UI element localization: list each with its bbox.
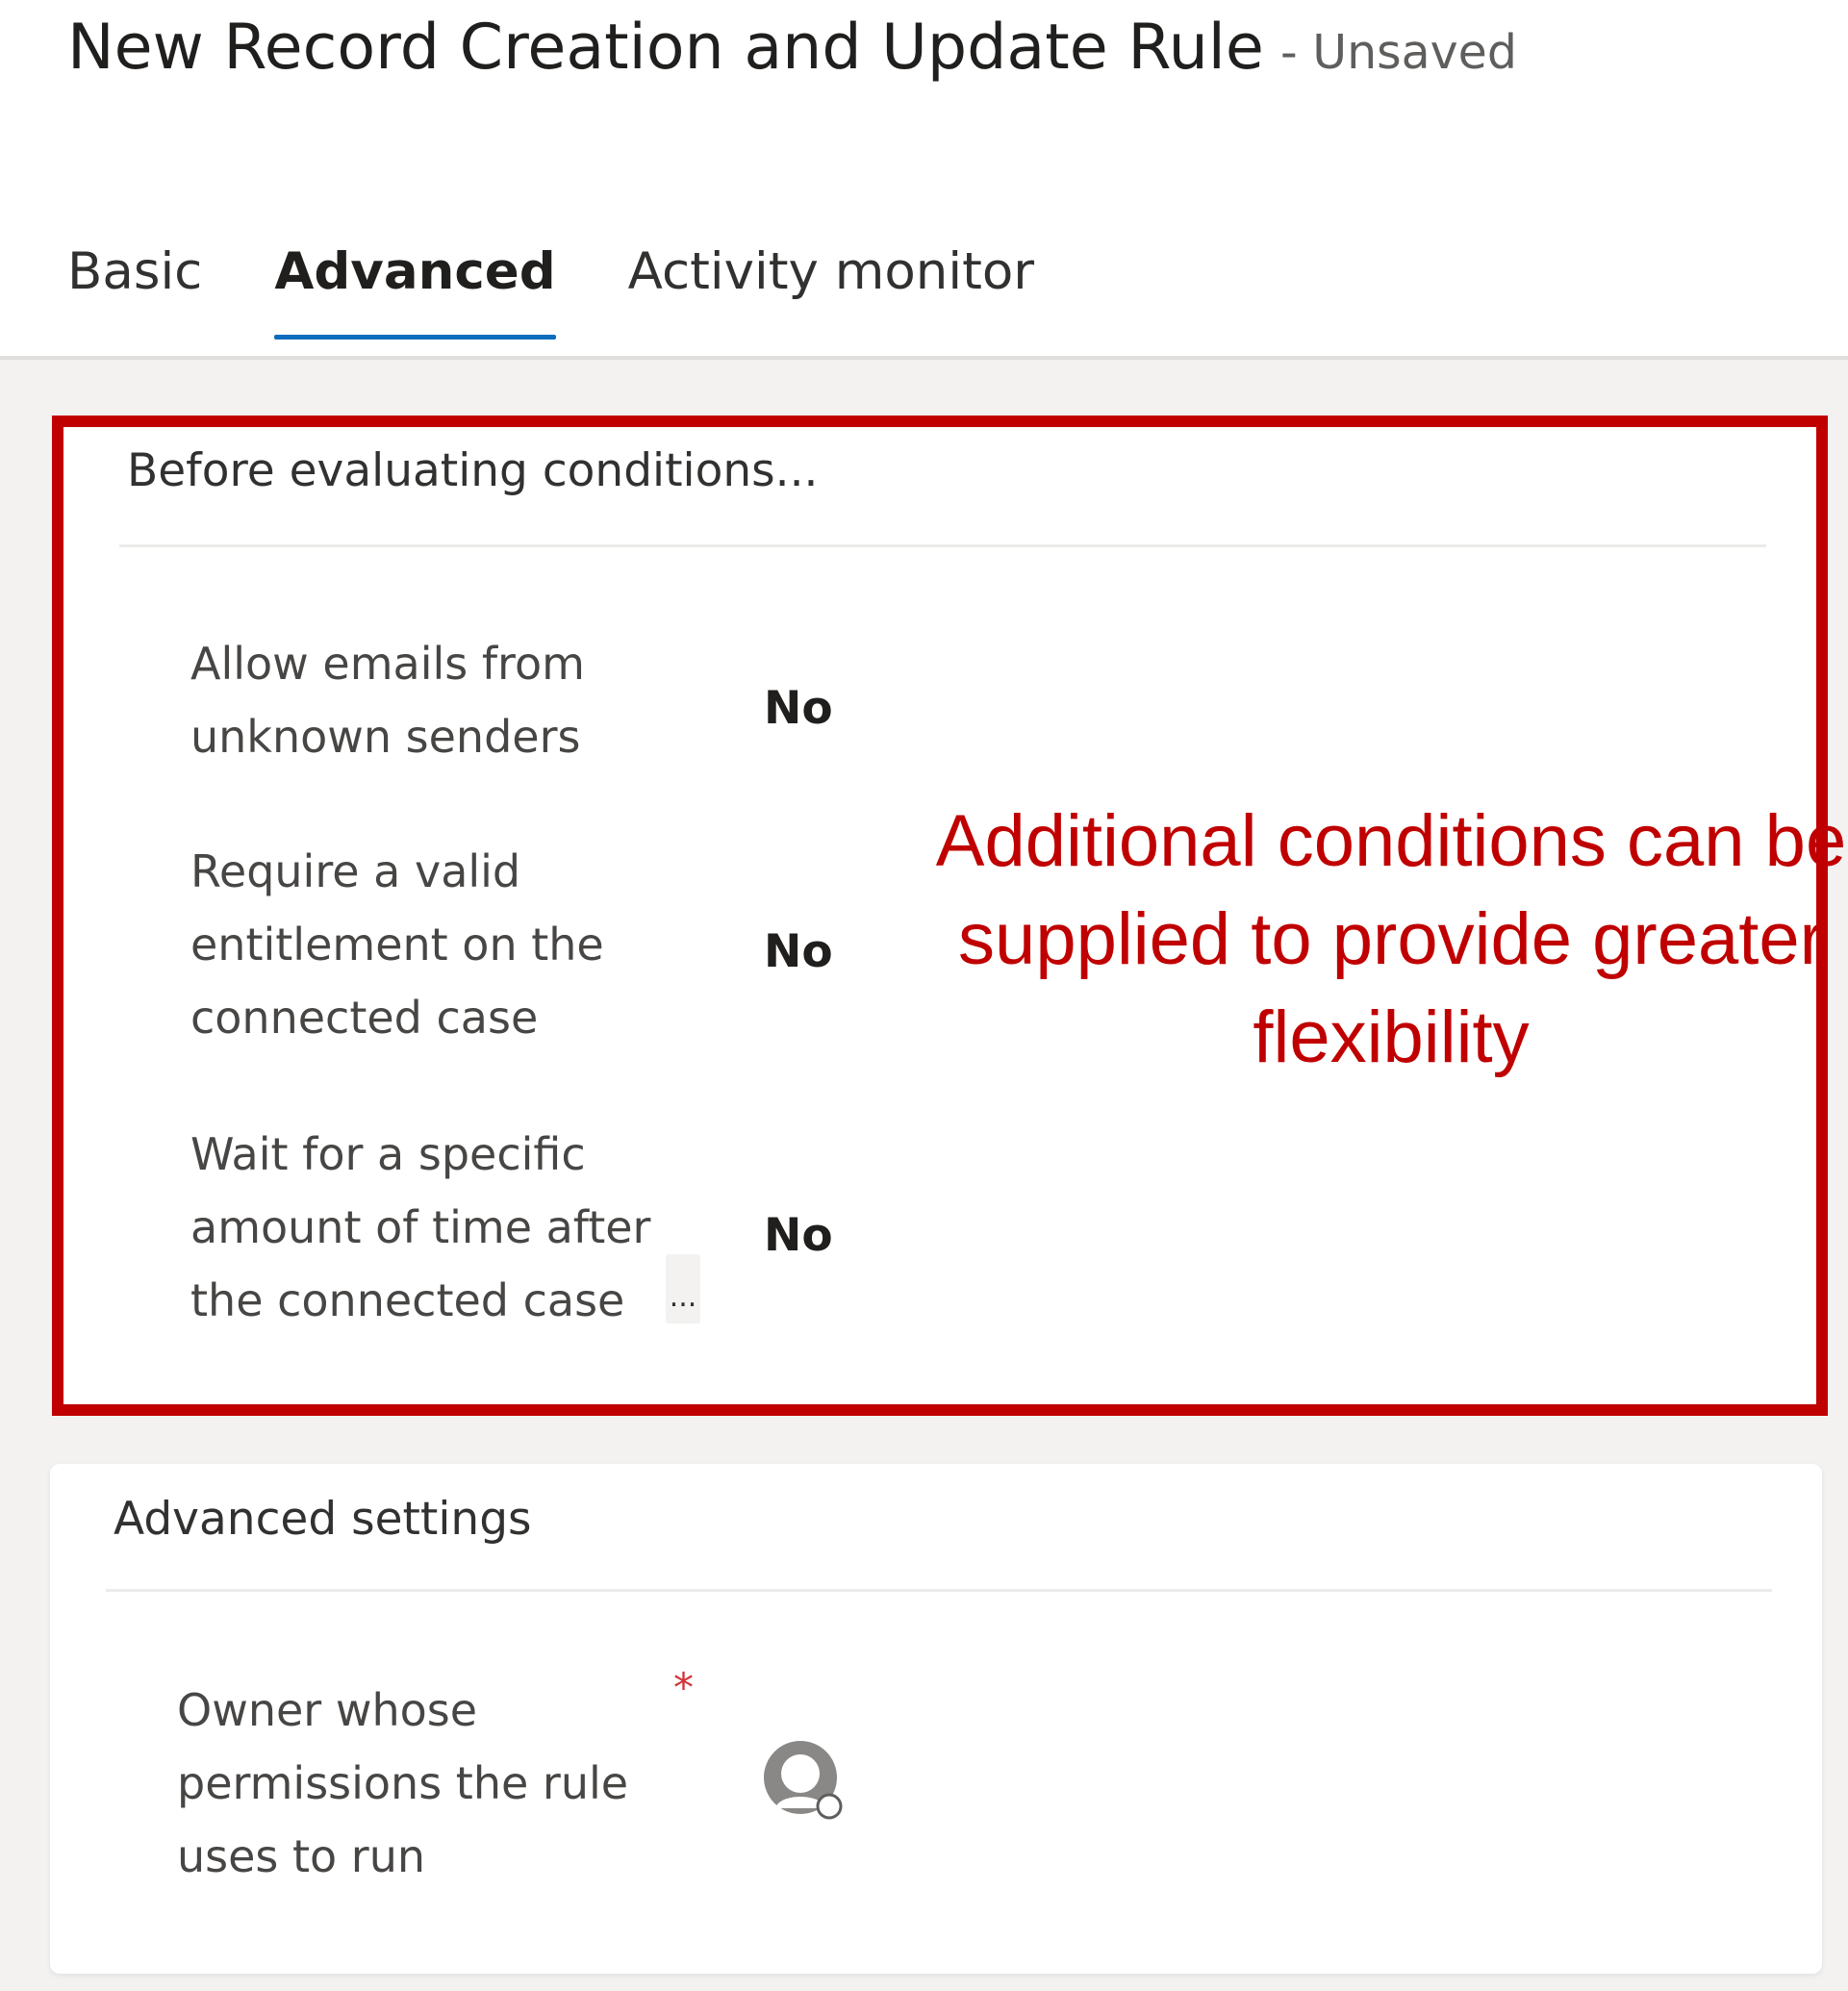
section-title: Before evaluating conditions... [127,444,819,497]
section-divider [106,1589,1772,1592]
required-indicator: * [673,1664,694,1711]
tab-basic[interactable]: Basic [67,242,202,340]
person-avatar-icon[interactable] [760,1737,847,1824]
section-title: Advanced settings [114,1493,532,1546]
tab-activity-monitor[interactable]: Activity monitor [628,242,1034,340]
conditions-section: Before evaluating conditions... Allow em… [52,416,1846,1416]
more-text-button[interactable]: ... [666,1254,700,1323]
field-value-require-entitlement[interactable]: No [764,925,833,978]
field-label-wait-time: Wait for a specific amount of time after… [190,1128,651,1326]
field-value-allow-unknown-senders[interactable]: No [764,682,833,735]
page-header: New Record Creation and Update Rule - Un… [0,0,1848,360]
tab-advanced[interactable]: Advanced [274,242,556,340]
section-divider [119,544,1766,547]
advanced-settings-section: Advanced settings Owner whose permission… [50,1464,1822,1974]
field-value-wait-time[interactable]: No [764,1209,833,1262]
save-status: - Unsaved [1279,25,1517,80]
callout-annotation: Additional conditions can be supplied to… [935,800,1847,1078]
field-label-owner: Owner whose permissions the rule uses to… [177,1684,629,1882]
field-label-allow-unknown-senders: Allow emails from unknown senders [190,638,585,763]
page-title: New Record Creation and Update Rule [67,12,1264,84]
field-label-require-entitlement: Require a valid entitlement on the conne… [190,845,604,1044]
tab-list: Basic Advanced Activity monitor [67,242,1106,340]
title-row: New Record Creation and Update Rule - Un… [67,12,1517,84]
